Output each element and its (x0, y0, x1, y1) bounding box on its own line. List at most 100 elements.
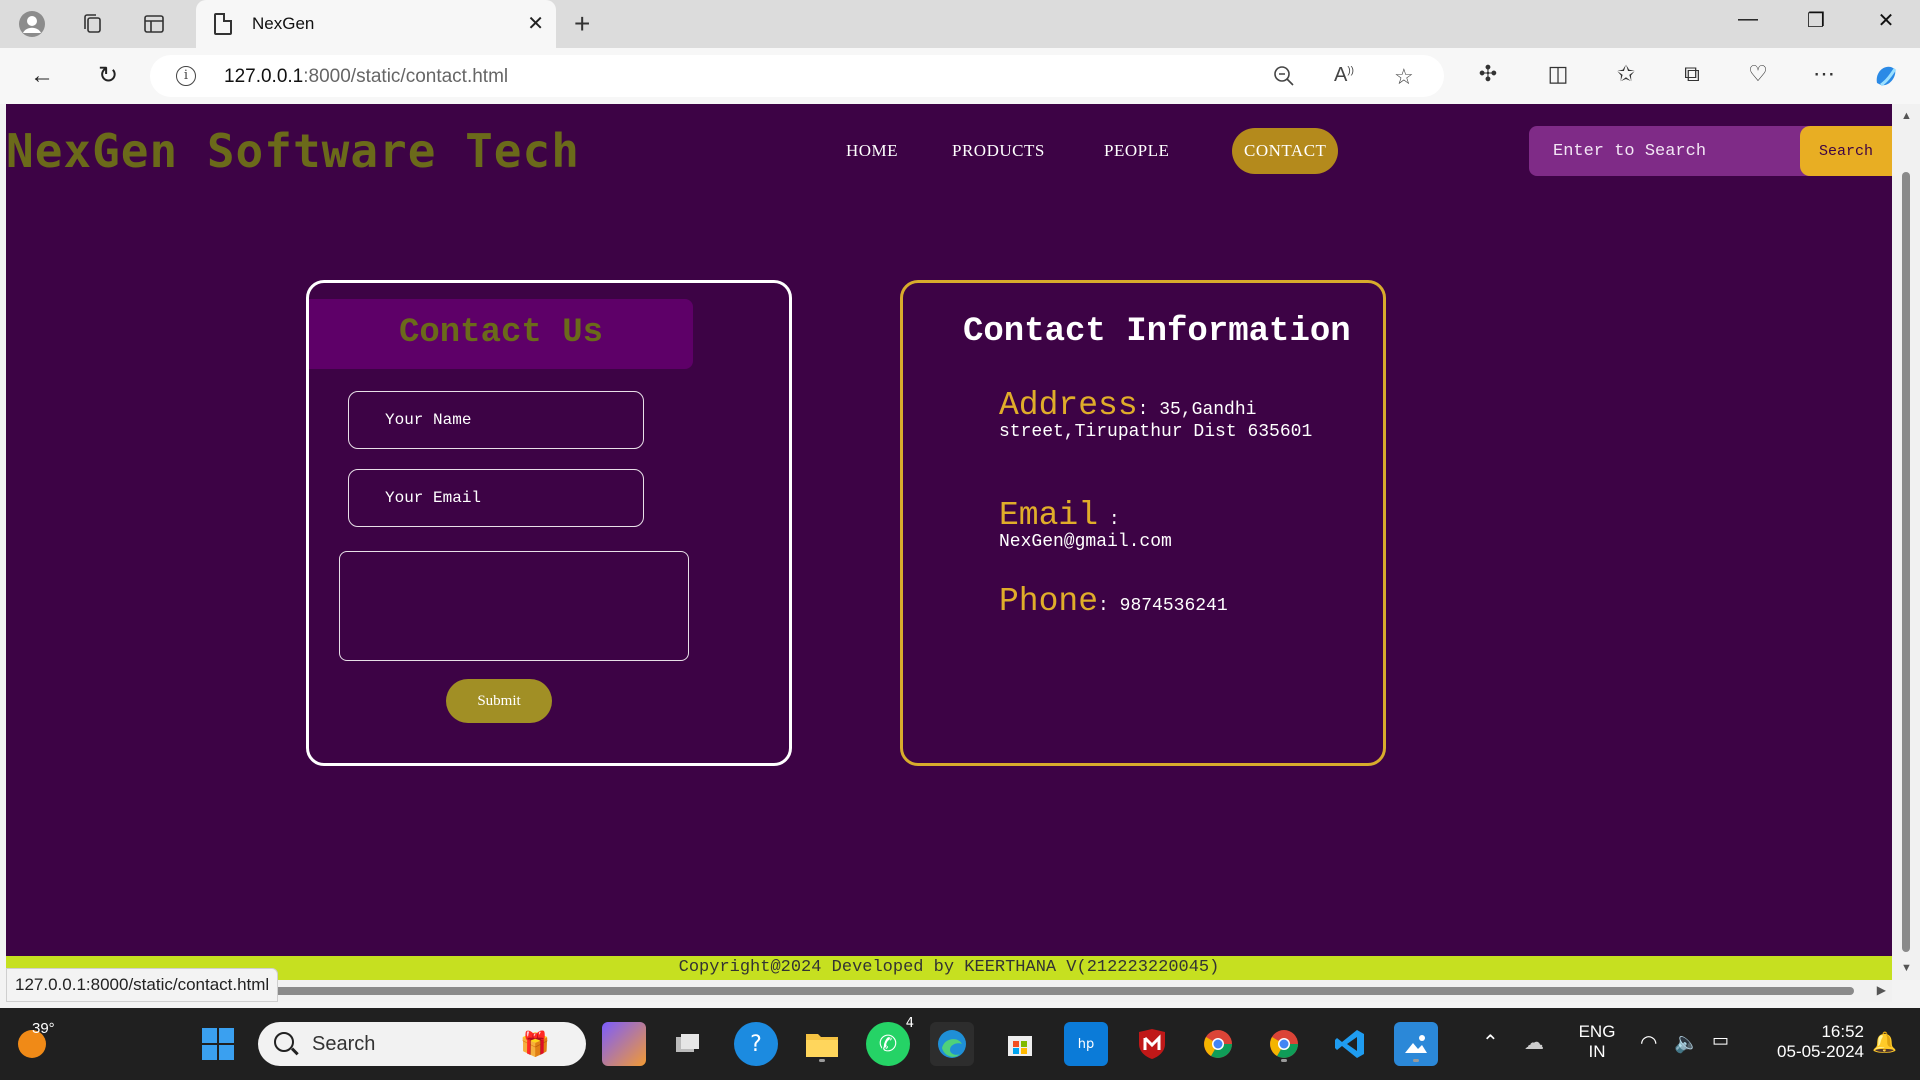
store-icon[interactable] (998, 1022, 1042, 1066)
nav-contact[interactable]: CONTACT (1232, 128, 1339, 174)
email-value: NexGen@gmail.com (999, 532, 1172, 552)
status-bar-url: 127.0.0.1:8000/static/contact.html (6, 968, 279, 1002)
language-indicator[interactable]: ENG IN (1578, 1022, 1616, 1062)
taskbar-search-label: Search (312, 1033, 376, 1055)
clock-time: 16:52 (1821, 1022, 1864, 1041)
onedrive-icon[interactable]: ☁ (1524, 1030, 1544, 1055)
horizontal-scrollbar[interactable]: ▶ (6, 980, 1892, 1002)
vertical-scrollbar[interactable]: ▲ ▼ (1892, 104, 1920, 980)
site-search (1529, 126, 1809, 176)
tab-title: NexGen (252, 14, 315, 33)
address-separator: : (1137, 400, 1160, 420)
split-screen-icon[interactable]: ◫ (1542, 61, 1574, 87)
more-menu-icon[interactable]: ⋯ (1808, 61, 1840, 87)
collections-icon[interactable]: ⧉ (1676, 61, 1708, 87)
copilot-icon[interactable] (1870, 61, 1902, 97)
page-icon (214, 13, 232, 35)
address-block: Address: 35,Gandhi street,Tirupathur Dis… (999, 389, 1319, 443)
battery-icon[interactable]: ▭ (1712, 1030, 1729, 1051)
workspaces-icon[interactable] (76, 8, 108, 40)
language-region: IN (1588, 1042, 1606, 1061)
address-bar[interactable]: i 127.0.0.1:8000/static/contact.html A))… (150, 55, 1444, 97)
reload-icon[interactable]: ↻ (92, 60, 124, 92)
site-info-icon[interactable]: i (176, 66, 196, 86)
search-button[interactable]: Search (1800, 126, 1892, 176)
new-tab-icon[interactable]: + (574, 8, 590, 40)
help-icon[interactable]: ? (734, 1022, 778, 1066)
notifications-icon[interactable]: 🔔 (1872, 1030, 1897, 1055)
url-path: :8000/static/contact.html (303, 66, 509, 87)
contact-form-card: Contact Us Submit (306, 280, 792, 766)
page-viewport: NexGen Software Tech HOME PRODUCTS PEOPL… (6, 104, 1892, 980)
email-label: Email (999, 497, 1099, 534)
favorites-icon[interactable]: ✩ (1610, 61, 1642, 87)
site-brand[interactable]: NexGen Software Tech (6, 124, 580, 178)
submit-button[interactable]: Submit (446, 679, 552, 723)
chrome-icon[interactable] (1196, 1022, 1240, 1066)
email-field[interactable] (348, 469, 644, 527)
phone-separator: : (1098, 596, 1120, 616)
vscode-icon[interactable] (1328, 1022, 1372, 1066)
whatsapp-badge: 4 (905, 1016, 914, 1031)
search-highlight-icon: 🎁 (520, 1031, 550, 1058)
browser-tab-bar: NexGen ✕ + — ❐ ✕ (0, 0, 1920, 48)
chrome-profile-icon[interactable] (1262, 1022, 1306, 1066)
profile-icon[interactable] (16, 8, 48, 40)
horizontal-scroll-thumb[interactable] (14, 987, 1854, 995)
read-aloud-icon[interactable]: A)) (1334, 64, 1354, 87)
nav-products[interactable]: PRODUCTS (952, 128, 1045, 174)
vertical-scroll-thumb[interactable] (1902, 172, 1910, 952)
contact-form-title: Contact Us (309, 299, 693, 369)
nav-home[interactable]: HOME (846, 128, 898, 174)
extensions-icon[interactable]: ✣ (1472, 61, 1504, 87)
tab-actions-icon[interactable] (138, 8, 170, 40)
contact-info-title: Contact Information (963, 313, 1351, 351)
browser-tab-active[interactable]: NexGen ✕ (196, 0, 556, 48)
tray-overflow-icon[interactable]: ⌃ (1482, 1030, 1499, 1055)
start-icon[interactable] (196, 1022, 240, 1066)
address-label: Address (999, 387, 1138, 424)
scroll-down-arrow-icon[interactable]: ▼ (1901, 962, 1912, 974)
copilot-taskbar-icon[interactable] (602, 1022, 646, 1066)
mcafee-icon[interactable] (1130, 1022, 1174, 1066)
contact-info-card: Contact Information Address: 35,Gandhi s… (900, 280, 1386, 766)
browser-toolbar: ← ↻ i 127.0.0.1:8000/static/contact.html… (0, 48, 1920, 104)
message-textarea[interactable] (339, 551, 689, 661)
phone-value: 9874536241 (1119, 596, 1228, 616)
taskbar-search[interactable]: Search 🎁 (258, 1022, 586, 1066)
back-icon[interactable]: ← (26, 60, 58, 92)
weather-temperature[interactable]: 39° (32, 1020, 55, 1037)
edge-icon[interactable] (930, 1022, 974, 1066)
search-input[interactable] (1529, 126, 1799, 176)
clock-date: 05-05-2024 (1777, 1042, 1864, 1061)
clock[interactable]: 16:52 05-05-2024 (1754, 1022, 1864, 1062)
zoom-out-icon[interactable] (1272, 64, 1296, 94)
phone-label: Phone (999, 583, 1099, 620)
volume-icon[interactable]: 🔈 (1674, 1030, 1699, 1055)
whatsapp-icon[interactable]: ✆ 4 (866, 1016, 914, 1066)
photos-icon[interactable] (1394, 1022, 1438, 1066)
name-field[interactable] (348, 391, 644, 449)
task-view-icon[interactable] (666, 1022, 710, 1066)
myhp-icon[interactable]: hp (1064, 1022, 1108, 1066)
minimize-icon[interactable]: — (1728, 8, 1768, 31)
running-indicator (1413, 1059, 1419, 1062)
email-block: Email : NexGen@gmail.com (999, 499, 1319, 553)
browser-essentials-icon[interactable]: ♡ (1742, 61, 1774, 87)
url-host: 127.0.0.1 (224, 66, 304, 87)
file-explorer-icon[interactable] (800, 1022, 844, 1066)
running-indicator (1281, 1059, 1287, 1062)
nav-people[interactable]: PEOPLE (1104, 128, 1169, 174)
language-code: ENG (1578, 1022, 1616, 1041)
search-icon (274, 1032, 294, 1052)
tab-close-icon[interactable]: ✕ (527, 11, 544, 36)
scroll-up-arrow-icon[interactable]: ▲ (1901, 110, 1912, 122)
close-window-icon[interactable]: ✕ (1866, 8, 1906, 33)
email-separator: : (1098, 510, 1120, 530)
favorite-star-icon[interactable]: ☆ (1394, 64, 1414, 90)
wifi-icon[interactable]: ◠ (1640, 1030, 1657, 1055)
scroll-right-arrow-icon[interactable]: ▶ (1877, 983, 1886, 997)
restore-icon[interactable]: ❐ (1796, 8, 1836, 33)
phone-block: Phone: 9874536241 (999, 585, 1319, 618)
url-text[interactable]: 127.0.0.1:8000/static/contact.html (224, 66, 508, 88)
